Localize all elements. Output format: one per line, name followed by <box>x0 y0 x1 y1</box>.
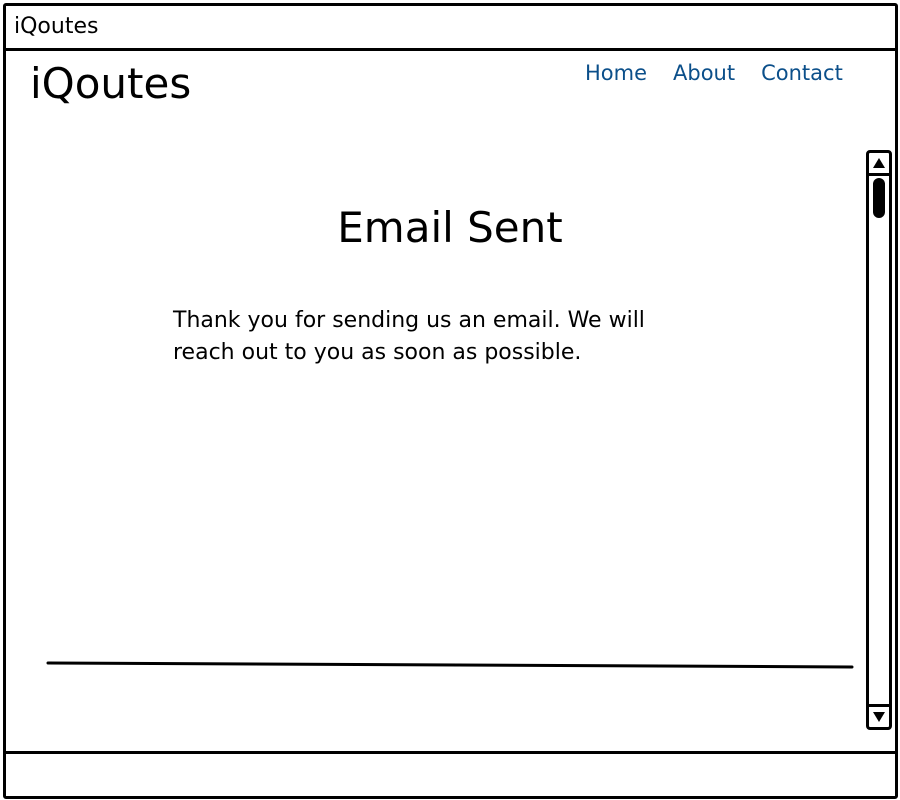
scroll-down-arrow <box>873 712 885 722</box>
triangle-up-icon[interactable] <box>869 153 889 176</box>
vertical-scrollbar[interactable] <box>866 150 892 730</box>
scroll-up-arrow <box>873 158 885 168</box>
content-divider <box>46 661 854 669</box>
triangle-down-icon[interactable] <box>869 704 889 727</box>
scroll-thumb[interactable] <box>873 178 885 218</box>
